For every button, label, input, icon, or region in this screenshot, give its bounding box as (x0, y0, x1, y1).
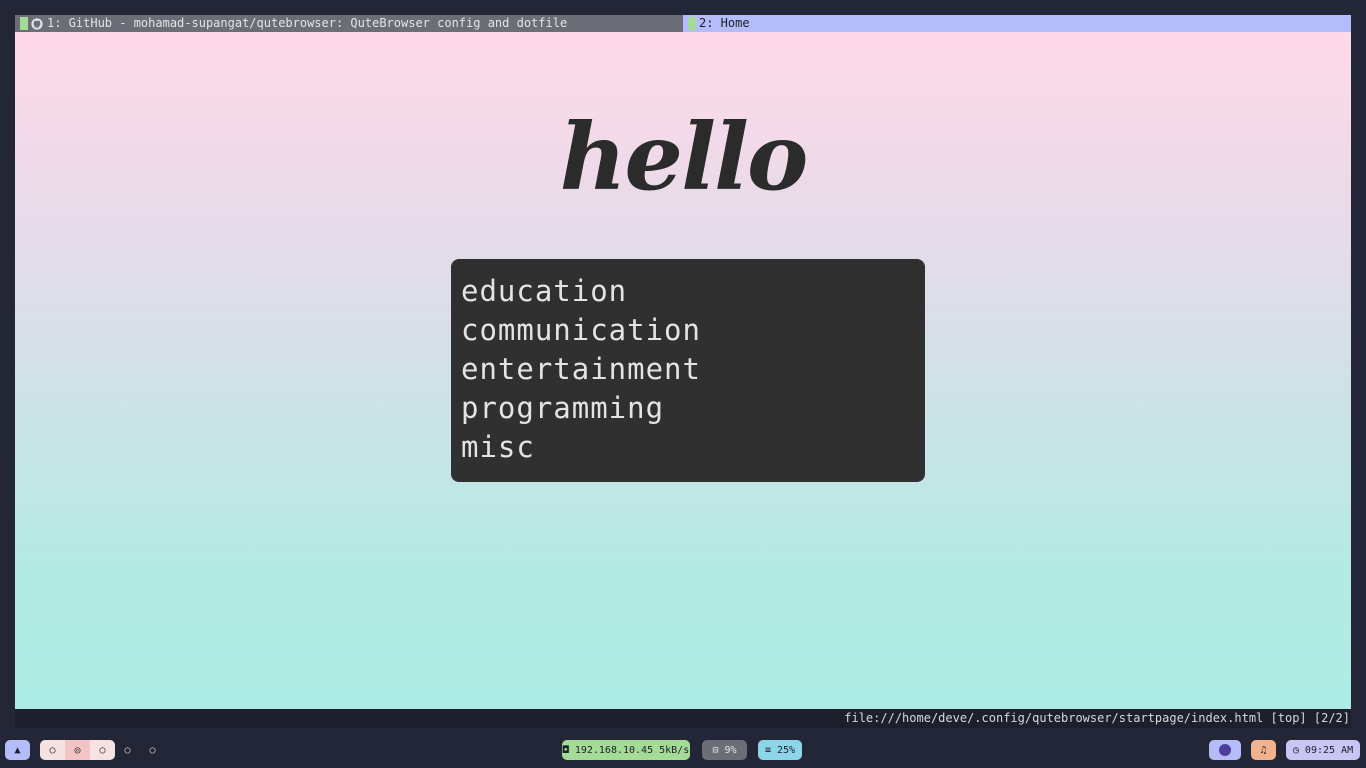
tab-title: 2: Home (699, 16, 750, 30)
github-icon (31, 17, 43, 30)
menu-item-misc[interactable]: misc (461, 428, 915, 467)
bookmark-menu: education communication entertainment pr… (451, 259, 925, 482)
workspace-5[interactable]: ○ (140, 740, 165, 760)
clock[interactable]: ◷ 09:25 AM (1286, 740, 1360, 760)
status-tab-index: [2/2] (1313, 711, 1350, 725)
tab-indicator (688, 17, 696, 30)
system-panel: ▲ ○ ◎ ○ ○ ○ ◘ 192.168.10.45 5kB/s ⊟ 9% ≡… (0, 740, 1366, 762)
tab-bar: 1: GitHub - mohamad-supangat/qutebrowser… (15, 15, 1351, 32)
menu-item-programming[interactable]: programming (461, 389, 915, 428)
tray-app-button[interactable] (1209, 740, 1241, 760)
memory-indicator: ≡ 25% (758, 740, 802, 760)
tab-title: 1: GitHub - mohamad-supangat/qutebrowser… (47, 16, 568, 30)
menu-item-communication[interactable]: communication (461, 311, 915, 350)
tray-app-icon (1219, 744, 1231, 756)
page-heading: hello (559, 103, 809, 211)
cpu-usage: ⊟ 9% (712, 744, 737, 756)
network-status: ◘ 192.168.10.45 5kB/s (562, 744, 690, 756)
notification-button[interactable]: ♫ (1251, 740, 1276, 760)
browser-window: 1: GitHub - mohamad-supangat/qutebrowser… (15, 15, 1351, 728)
tab-indicator (20, 17, 28, 30)
clock-time: ◷ 09:25 AM (1292, 744, 1354, 756)
launcher-icon: ▲ (14, 744, 21, 756)
workspace-1[interactable]: ○ (40, 740, 65, 760)
status-bar: file:///home/deve/.config/qutebrowser/st… (15, 709, 1351, 728)
workspace-switcher: ○ ◎ ○ ○ ○ (40, 740, 165, 760)
cpu-indicator: ⊟ 9% (702, 740, 747, 760)
tab-github[interactable]: 1: GitHub - mohamad-supangat/qutebrowser… (15, 15, 683, 32)
status-url: file:///home/deve/.config/qutebrowser/st… (844, 711, 1264, 725)
workspace-4[interactable]: ○ (115, 740, 140, 760)
startpage: hello education communication entertainm… (15, 32, 1351, 709)
menu-item-education[interactable]: education (461, 272, 915, 311)
memory-usage: ≡ 25% (764, 744, 796, 756)
launcher-button[interactable]: ▲ (5, 740, 30, 760)
network-indicator: ◘ 192.168.10.45 5kB/s (562, 740, 690, 760)
tab-home[interactable]: 2: Home (683, 15, 1351, 32)
workspace-3[interactable]: ○ (90, 740, 115, 760)
workspace-2[interactable]: ◎ (65, 740, 90, 760)
status-scroll-position: [top] (1270, 711, 1307, 725)
menu-item-entertainment[interactable]: entertainment (461, 350, 915, 389)
bell-icon: ♫ (1260, 744, 1267, 756)
